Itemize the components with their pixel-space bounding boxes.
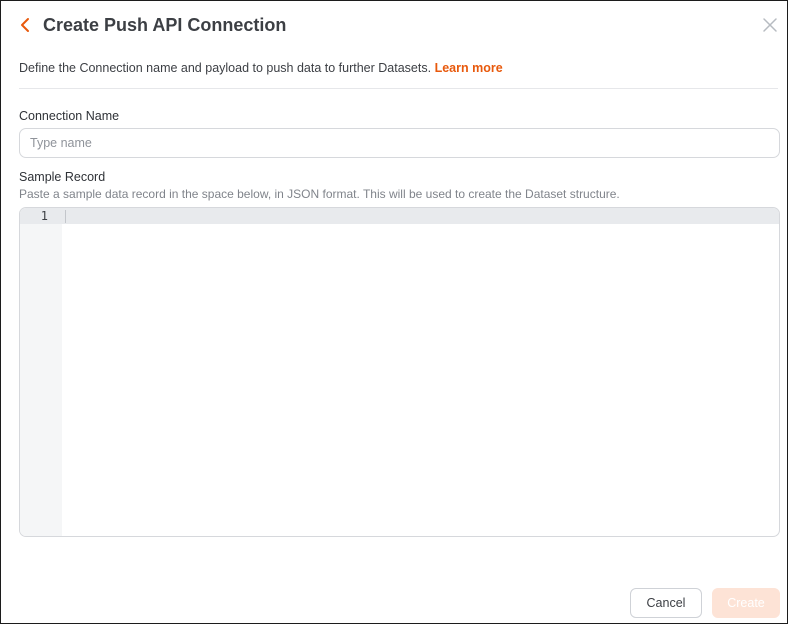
close-button[interactable] <box>761 16 779 34</box>
header-divider <box>19 88 778 89</box>
close-icon <box>763 18 777 32</box>
create-push-api-connection-dialog: Create Push API Connection Define the Co… <box>0 0 788 624</box>
dialog-title: Create Push API Connection <box>43 15 287 35</box>
sample-record-label: Sample Record <box>19 170 106 184</box>
line-number: 1 <box>40 209 48 223</box>
editor-gutter <box>20 208 62 536</box>
chevron-left-icon <box>21 18 29 32</box>
json-code-editor[interactable]: 1 <box>19 207 780 537</box>
sample-record-hint: Paste a sample data record in the space … <box>19 187 620 201</box>
description-text: Define the Connection name and payload t… <box>19 61 432 75</box>
connection-name-label: Connection Name <box>19 109 120 123</box>
editor-caret <box>65 210 66 223</box>
create-button[interactable]: Create <box>712 588 780 618</box>
dialog-description: Define the Connection name and payload t… <box>19 60 777 76</box>
connection-name-input[interactable] <box>19 128 780 158</box>
back-button[interactable] <box>19 16 33 34</box>
dialog-header: Create Push API Connection <box>19 13 779 37</box>
active-line-highlight <box>20 208 779 224</box>
cancel-button[interactable]: Cancel <box>630 588 702 618</box>
learn-more-link[interactable]: Learn more <box>435 61 503 75</box>
